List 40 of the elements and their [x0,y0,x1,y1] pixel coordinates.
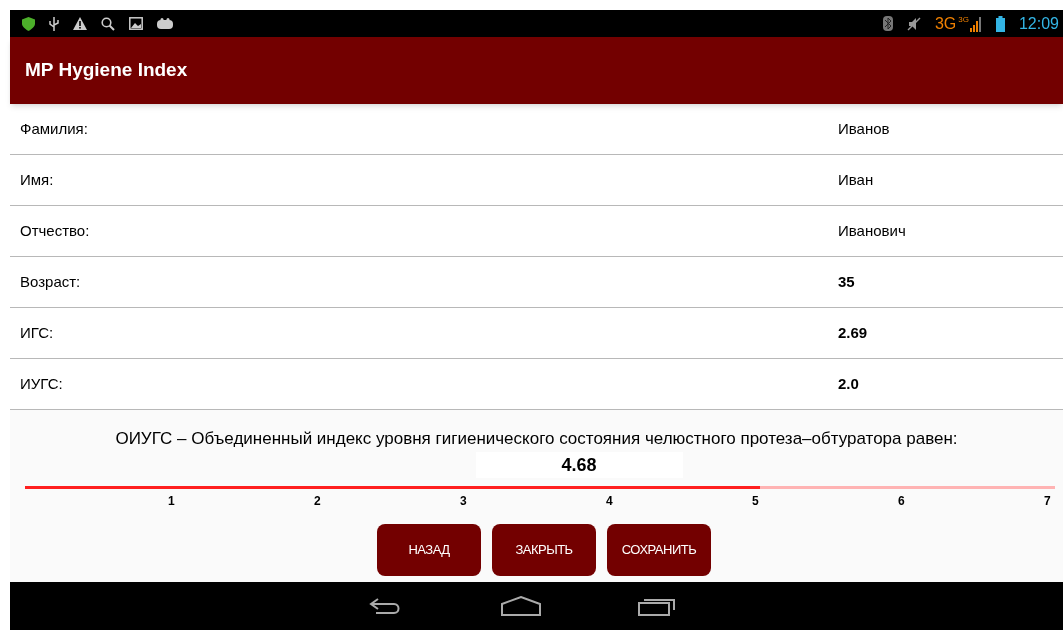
scale-tick-label: 5 [752,492,760,510]
scale-tick-label: 6 [898,492,906,510]
app-title: MP Hygiene Index [25,58,188,83]
action-button[interactable]: СОХРАНИТЬ [607,523,711,576]
network-type: 3G [934,15,957,32]
image-icon [129,17,143,30]
bluetooth-icon [882,16,893,31]
slider-fill[interactable] [25,485,761,489]
field-value: 2.0 [838,373,859,394]
field-label: ИУГС: [19,373,64,394]
scale-tick-label: 4 [606,492,614,510]
result-caption: ОИУГС – Объединенный индекс уровня гигиенического состояния челюстного протеза–обтуратора равен: [115,428,958,450]
signal-icon [969,16,982,32]
scale-tick-label: 3 [460,492,468,510]
field-value: Иван [838,169,874,190]
shield-icon [22,16,35,31]
battery-icon [995,15,1005,32]
action-button[interactable]: ЗАКРЫТЬ [492,523,596,576]
scale-tick-label: 1 [168,492,176,510]
result-value: 4.68 [475,451,683,478]
field-value: 35 [838,271,855,292]
field-label: Отчество: [19,220,91,241]
field-value: Иванович [838,220,906,241]
field-label: Фамилия: [19,118,89,139]
field-label: ИГС: [19,322,55,343]
action-button[interactable]: НАЗАД [377,523,481,576]
network-type-small: 3G [958,15,969,24]
field-value: 2.69 [838,322,868,343]
field-label: Имя: [19,169,55,190]
home-icon[interactable] [500,595,541,616]
gamepad-icon [157,18,173,29]
search-icon [101,16,115,31]
muted-speaker-icon [906,16,921,31]
scale-tick-label: 2 [314,492,322,510]
field-label: Возраст: [19,271,82,292]
usb-icon [49,16,59,31]
field-value: Иванов [838,118,890,139]
clock: 12:09 [1018,13,1059,34]
warning-icon [73,17,87,30]
scale-tick-label: 7 [1044,492,1052,510]
